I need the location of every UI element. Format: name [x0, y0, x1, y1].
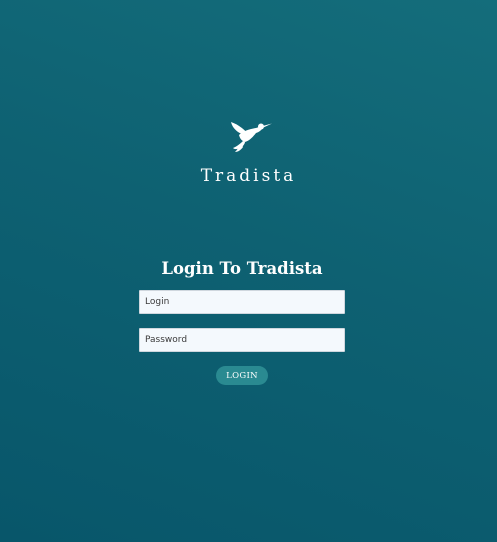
brand-name: Tradista — [200, 166, 297, 186]
login-button[interactable]: LOGIN — [216, 366, 268, 385]
hummingbird-icon — [230, 122, 272, 152]
login-input[interactable] — [139, 290, 345, 314]
login-title: Login To Tradista — [161, 259, 323, 278]
brand-logo: Tradista — [0, 112, 497, 186]
password-input[interactable] — [139, 328, 345, 352]
